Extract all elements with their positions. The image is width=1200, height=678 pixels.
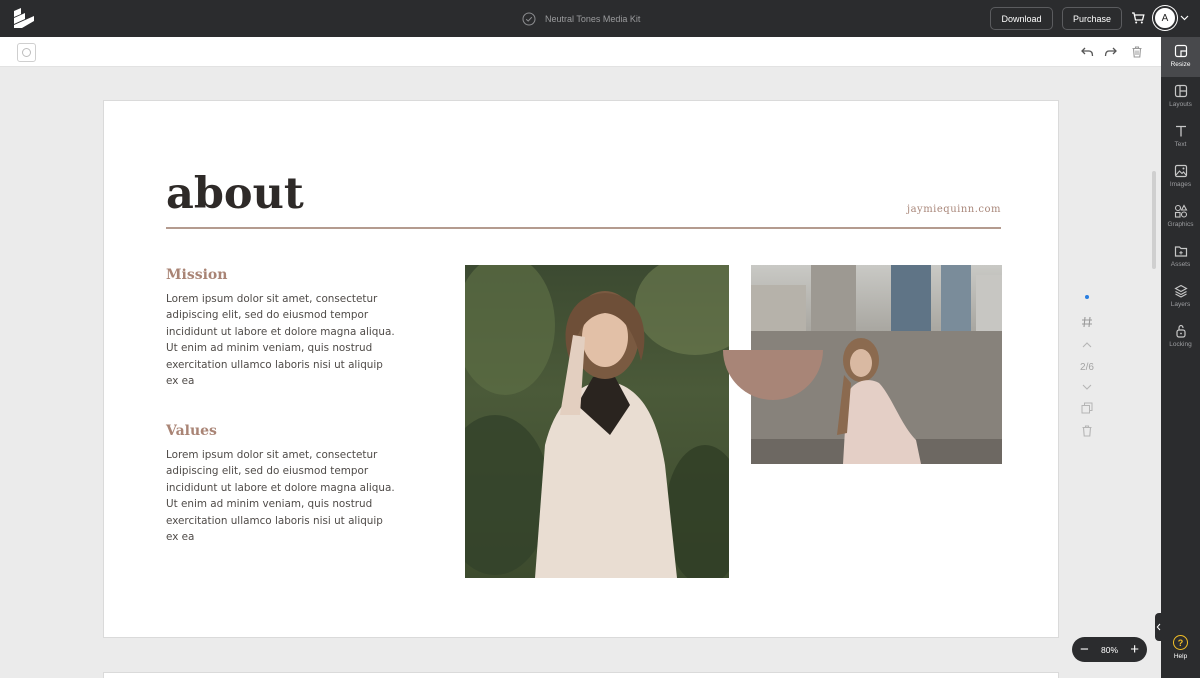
sidebar-item-locking[interactable]: Locking <box>1161 317 1200 357</box>
page-heading[interactable]: about <box>166 169 304 219</box>
folder-icon <box>1174 246 1187 257</box>
design-page[interactable]: about jaymiequinn.com Mission Lorem ipsu… <box>103 100 1059 638</box>
sidebar-item-label: Locking <box>1169 341 1192 348</box>
sidebar-item-resize[interactable]: Resize <box>1161 37 1200 77</box>
layers-icon <box>1173 284 1188 298</box>
circle-shape-icon <box>22 48 31 57</box>
layouts-icon <box>1174 84 1187 98</box>
undo-icon[interactable] <box>1080 45 1094 59</box>
top-bar: Neutral Tones Media Kit Download Purchas… <box>0 0 1200 37</box>
page-indicator-dot <box>1085 295 1089 299</box>
sidebar-item-layouts[interactable]: Layouts <box>1161 77 1200 117</box>
next-design-page[interactable] <box>103 672 1059 678</box>
element-selector-button[interactable] <box>17 43 36 62</box>
app-logo-icon[interactable] <box>12 7 36 29</box>
chevron-down-icon[interactable] <box>1180 14 1189 22</box>
document-title[interactable]: Neutral Tones Media Kit <box>522 9 640 28</box>
values-body[interactable]: Lorem ipsum dolor sit amet, consectetur … <box>166 447 396 545</box>
right-sidebar: Resize Layouts Text Images Graphics Asse… <box>1161 37 1200 678</box>
document-title-text: Neutral Tones Media Kit <box>545 13 641 24</box>
mission-title[interactable]: Mission <box>166 267 227 283</box>
help-button[interactable]: ? Help <box>1161 635 1200 671</box>
avatar[interactable]: A <box>1153 6 1177 30</box>
page-number: 2/6 <box>1080 362 1094 373</box>
sidebar-item-label: Text <box>1174 141 1187 148</box>
sidebar-item-assets[interactable]: Assets <box>1161 237 1200 277</box>
sidebar-item-label: Graphics <box>1167 221 1194 228</box>
help-label: Help <box>1173 653 1188 660</box>
website-text[interactable]: jaymiequinn.com <box>907 204 1001 215</box>
grid-view-icon[interactable] <box>1080 315 1094 329</box>
sidebar-item-layers[interactable]: Layers <box>1161 277 1200 317</box>
cart-icon[interactable] <box>1131 11 1145 25</box>
chevron-down-icon[interactable] <box>1080 380 1094 394</box>
download-button[interactable]: Download <box>990 7 1053 30</box>
redo-icon[interactable] <box>1104 45 1118 59</box>
zoom-out-button[interactable]: − <box>1080 642 1089 657</box>
zoom-level[interactable]: 80% <box>1101 645 1118 655</box>
resize-icon <box>1174 44 1187 58</box>
heading-divider[interactable] <box>166 227 1001 229</box>
help-icon: ? <box>1173 635 1188 650</box>
sidebar-item-images[interactable]: Images <box>1161 157 1200 197</box>
sidebar-item-label: Images <box>1169 181 1192 188</box>
sidebar-item-label: Layouts <box>1169 101 1192 108</box>
lock-icon <box>1175 324 1186 338</box>
trash-icon[interactable] <box>1130 45 1144 59</box>
purchase-button[interactable]: Purchase <box>1062 7 1122 30</box>
images-icon <box>1174 164 1187 178</box>
toolbar <box>0 37 1161 67</box>
sidebar-item-graphics[interactable]: Graphics <box>1161 197 1200 237</box>
sidebar-item-text[interactable]: Text <box>1161 117 1200 157</box>
vertical-scrollbar[interactable] <box>1152 171 1156 269</box>
portrait-photo[interactable] <box>465 265 729 578</box>
zoom-control: − 80% + <box>1072 637 1147 662</box>
duplicate-page-icon[interactable] <box>1080 401 1094 415</box>
text-icon <box>1175 125 1186 137</box>
delete-page-icon[interactable] <box>1080 424 1094 438</box>
collapse-sidebar-tab[interactable] <box>1155 613 1162 641</box>
chevron-up-icon[interactable] <box>1080 338 1094 352</box>
portrait-photo-image <box>465 265 729 578</box>
graphics-icon <box>1174 204 1187 218</box>
sidebar-item-label: Assets <box>1170 261 1191 268</box>
saved-check-icon <box>522 12 536 25</box>
mission-body[interactable]: Lorem ipsum dolor sit amet, consectetur … <box>166 291 396 389</box>
zoom-in-button[interactable]: + <box>1130 642 1139 657</box>
sidebar-item-label: Resize <box>1170 61 1191 68</box>
values-title[interactable]: Values <box>166 423 217 439</box>
chevron-left-icon <box>1156 623 1161 631</box>
sidebar-item-label: Layers <box>1170 301 1191 308</box>
